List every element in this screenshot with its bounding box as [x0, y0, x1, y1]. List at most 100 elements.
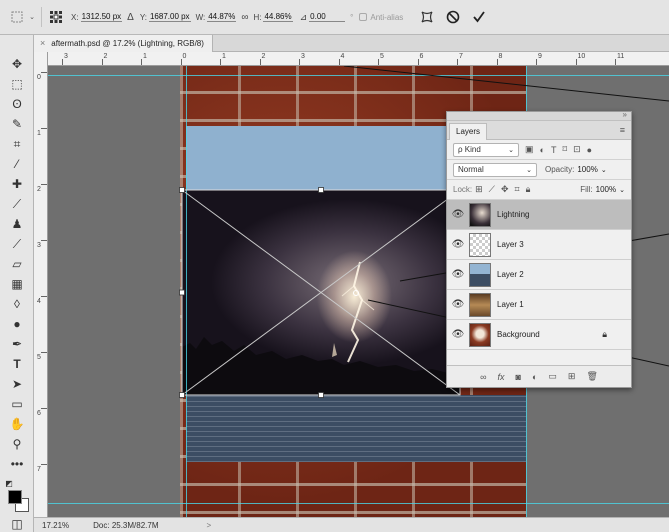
move-tool-icon[interactable]: ✥	[7, 55, 27, 73]
lock-transparent-icon[interactable]: ⊞	[475, 184, 483, 195]
reference-point-icon[interactable]	[47, 7, 65, 27]
eye-icon[interactable]: 👁︎	[447, 299, 469, 310]
layer-row-lightning[interactable]: 👁︎ Lightning	[447, 200, 631, 230]
x-label: X:	[71, 12, 79, 22]
filter-kind-select[interactable]: ρ Kind ⌄	[453, 142, 519, 157]
lock-icon[interactable]: 🔒︎	[602, 329, 607, 340]
ruler-tick-mark	[417, 59, 419, 65]
new-layer-icon[interactable]: ⊞	[568, 371, 576, 382]
add-mask-icon[interactable]: ◙	[516, 372, 521, 382]
document-tab[interactable]: × aftermath.psd @ 17.2% (Lightning, RGB/…	[34, 34, 213, 52]
zoom-tool-icon[interactable]: ⚲	[7, 435, 27, 453]
fx-icon[interactable]: fx	[498, 372, 505, 382]
y-field[interactable]: 1687.00 px	[148, 12, 191, 22]
ruler-tick-mark	[220, 59, 221, 65]
filter-type-icon[interactable]: T	[551, 145, 557, 155]
cancel-icon[interactable]	[443, 7, 463, 27]
chevron-down-icon[interactable]: ⌄	[601, 166, 607, 174]
lasso-tool-icon[interactable]: ʘ	[7, 95, 27, 113]
filter-pixel-icon[interactable]: ▣	[525, 144, 534, 155]
filter-toggle-icon[interactable]: ●	[587, 145, 592, 155]
layer-name[interactable]: Layer 1	[497, 300, 631, 309]
panel-title-bar[interactable]: »	[447, 110, 631, 121]
layer-row-layer-3[interactable]: 👁︎ Layer 3	[447, 230, 631, 260]
zoom-level[interactable]: 17.21%	[42, 521, 69, 530]
ruler-tick-mark	[299, 59, 300, 65]
link-layers-icon[interactable]: ∞	[480, 372, 486, 382]
ruler-tick-mark	[457, 59, 458, 65]
healing-brush-tool-icon[interactable]: ✚	[7, 175, 27, 193]
lock-image-icon[interactable]: ⟋	[489, 184, 495, 195]
filter-smart-object-icon[interactable]: ⊡	[573, 144, 581, 155]
lock-position-icon[interactable]: ✥	[501, 184, 509, 195]
commit-checkmark-icon[interactable]	[469, 7, 489, 27]
quick-mask-icon[interactable]: ◫	[7, 515, 27, 532]
quick-selection-tool-icon[interactable]: ✎	[7, 115, 27, 133]
chevron-down-icon[interactable]: ⌄	[28, 7, 36, 27]
height-field[interactable]: 44.86%	[263, 12, 293, 22]
blend-mode-value: Normal	[458, 165, 484, 174]
layer-thumbnail	[469, 322, 491, 347]
eye-icon[interactable]: 👁︎	[447, 269, 469, 280]
lock-all-icon[interactable]: 🔒︎	[526, 184, 531, 195]
delete-layer-icon[interactable]: 🗑︎	[586, 371, 597, 382]
relative-position-icon[interactable]: Δ	[127, 12, 134, 23]
antialias-label: Anti-alias	[370, 12, 404, 22]
status-menu-arrow[interactable]: >	[207, 521, 212, 530]
marquee-tool-icon[interactable]: ⬚	[7, 75, 27, 93]
fill-field[interactable]: 100%	[596, 185, 616, 194]
lock-artboard-icon[interactable]: ⌗	[515, 184, 520, 195]
layer-row-layer-2[interactable]: 👁︎ Layer 2	[447, 260, 631, 290]
ruler-tick-label: 9	[538, 53, 542, 60]
eye-icon[interactable]: 👁︎	[447, 239, 469, 250]
link-aspect-icon[interactable]: ∞	[241, 12, 248, 23]
rectangle-tool-icon[interactable]: ▭	[7, 395, 27, 413]
brush-tool-icon[interactable]: ⟋	[7, 195, 27, 213]
type-tool-icon[interactable]: T	[7, 355, 27, 373]
eyedropper-tool-icon[interactable]: ⁄	[7, 155, 27, 173]
pen-tool-icon[interactable]: ✒	[7, 335, 27, 353]
layer-name[interactable]: Layer 3	[497, 240, 631, 249]
antialias-checkbox[interactable]	[359, 13, 368, 21]
ruler-tick-mark	[536, 59, 537, 65]
blur-tool-icon[interactable]: ◊	[7, 295, 27, 313]
panel-menu-icon[interactable]: ≡	[620, 125, 625, 135]
new-group-icon[interactable]: ▭	[548, 371, 557, 382]
dodge-tool-icon[interactable]: ●	[7, 315, 27, 333]
ruler-tick-label: 3	[301, 53, 305, 60]
layer-row-layer-1[interactable]: 👁︎ Layer 1	[447, 290, 631, 320]
hand-tool-icon[interactable]: ✋	[7, 415, 27, 433]
layer-name[interactable]: Lightning	[497, 210, 631, 219]
collapse-panel-icon[interactable]: »	[623, 110, 627, 119]
foreground-color-swatch[interactable]	[8, 490, 22, 504]
default-colors-icon[interactable]: ◩	[4, 474, 14, 492]
crop-tool-icon[interactable]: ⌗	[7, 135, 27, 153]
chevron-down-icon[interactable]: ⌄	[619, 186, 625, 194]
width-field[interactable]: 44.87%	[207, 12, 237, 22]
blend-mode-select[interactable]: Normal ⌄	[453, 162, 537, 177]
filter-shape-icon[interactable]: ⌑	[562, 144, 567, 155]
layer-name[interactable]: Background	[497, 330, 602, 339]
warp-icon[interactable]	[417, 7, 437, 27]
eraser-tool-icon[interactable]: ▱	[7, 255, 27, 273]
gradient-tool-icon[interactable]: ▦	[7, 275, 27, 293]
x-field[interactable]: 1312.50 px	[80, 12, 123, 22]
layer-name[interactable]: Layer 2	[497, 270, 631, 279]
angle-field[interactable]: 0.00	[309, 12, 346, 22]
ruler-tick-label: 7	[459, 53, 463, 60]
layer-row-background[interactable]: 👁︎ Background 🔒︎	[447, 320, 631, 350]
more-tools-icon[interactable]: •••	[7, 455, 27, 473]
eye-icon[interactable]: 👁︎	[447, 209, 469, 220]
layers-tab[interactable]: Layers	[449, 123, 488, 140]
ruler-tick-mark	[180, 59, 182, 65]
filter-adjustment-icon[interactable]: ◐	[540, 145, 545, 155]
eye-icon[interactable]: 👁︎	[447, 329, 469, 340]
close-tab-icon[interactable]: ×	[40, 38, 45, 48]
filter-kind-label: ρ Kind	[458, 145, 481, 154]
clone-stamp-tool-icon[interactable]: ♟	[7, 215, 27, 233]
path-selection-tool-icon[interactable]: ➤	[7, 375, 27, 393]
history-brush-tool-icon[interactable]: ⟋	[7, 235, 27, 253]
opacity-field[interactable]: 100%	[577, 165, 597, 174]
move-tool-icon[interactable]	[6, 7, 28, 27]
adjustment-layer-icon[interactable]: ◐	[532, 372, 537, 382]
